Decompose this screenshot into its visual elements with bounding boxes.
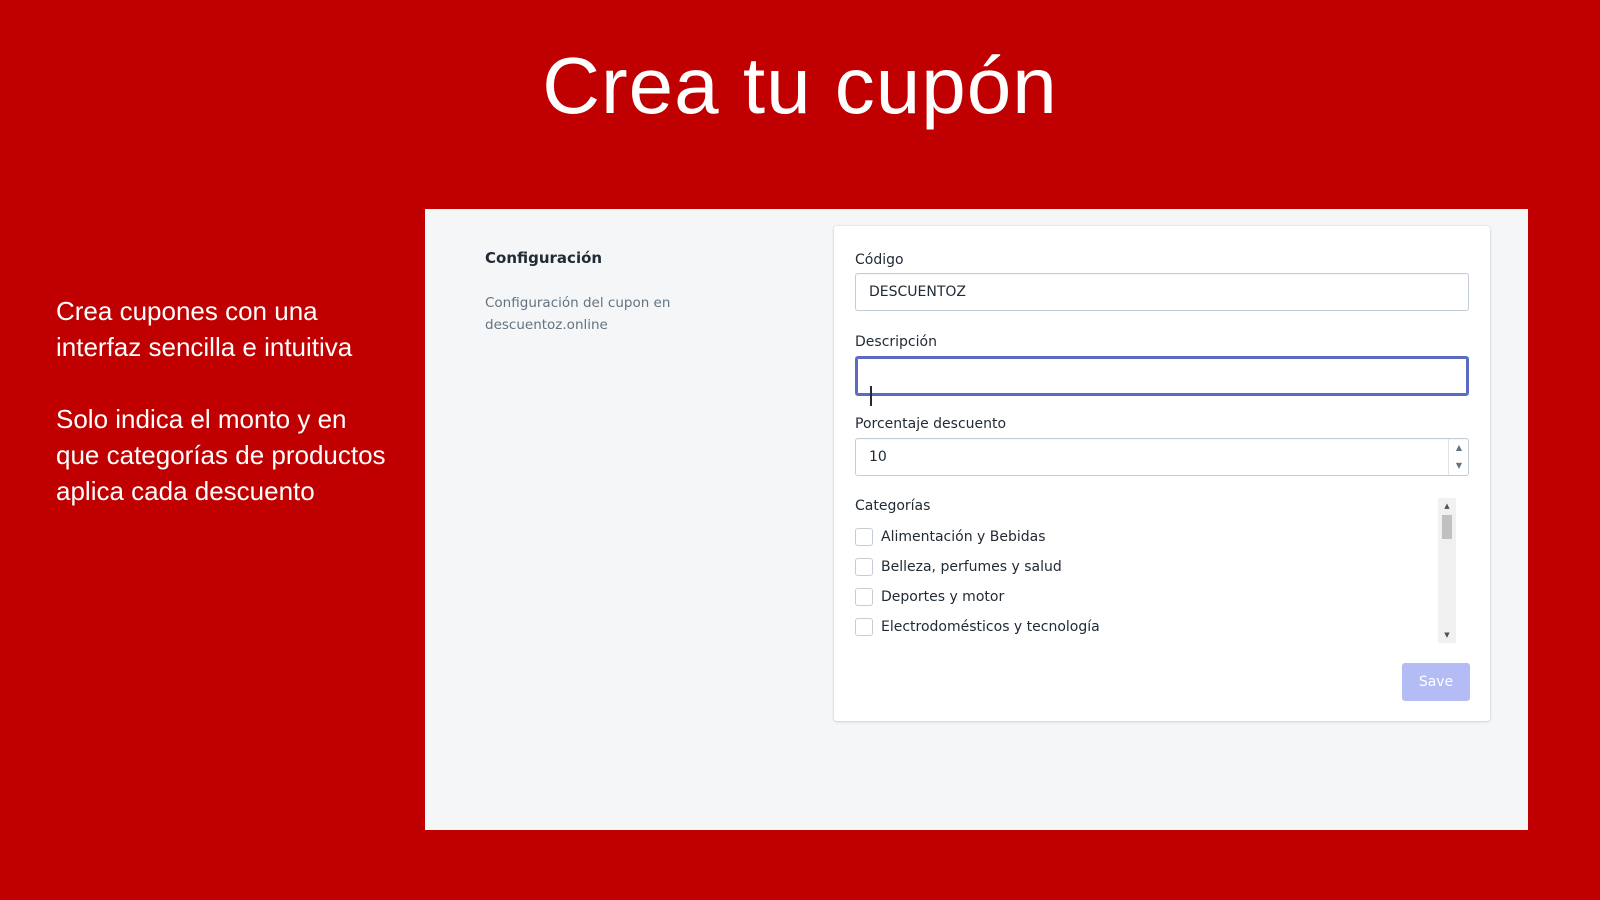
discount-stepper[interactable]: ▲ ▼ bbox=[1448, 439, 1468, 475]
slide-paragraph-1: Crea cupones con una interfaz sencilla e… bbox=[56, 296, 353, 362]
checkbox[interactable] bbox=[855, 528, 873, 546]
slide-paragraph-2: Solo indica el monto y en que categorías… bbox=[56, 404, 386, 506]
section-heading: Configuración bbox=[485, 249, 603, 267]
slide-body: Crea cupones con una interfaz sencilla e… bbox=[56, 293, 386, 545]
category-label: Deportes y motor bbox=[881, 589, 1005, 605]
discount-label: Porcentaje descuento bbox=[855, 416, 1007, 432]
scroll-up-icon[interactable]: ▲ bbox=[1438, 498, 1456, 514]
category-item[interactable]: Electrodomésticos y tecnología bbox=[855, 612, 1469, 642]
discount-input[interactable] bbox=[855, 438, 1469, 476]
slide-title: Crea tu cupón bbox=[542, 41, 1058, 130]
description-input[interactable] bbox=[855, 356, 1469, 396]
categories-label: Categorías bbox=[855, 498, 931, 514]
categories-list: Alimentación y Bebidas Belleza, perfumes… bbox=[855, 522, 1469, 642]
checkbox[interactable] bbox=[855, 588, 873, 606]
category-item[interactable]: Deportes y motor bbox=[855, 582, 1469, 612]
app-screenshot: Configuración Configuración del cupon en… bbox=[425, 209, 1528, 830]
description-label: Descripción bbox=[855, 334, 937, 350]
scrollbar-thumb[interactable] bbox=[1442, 515, 1452, 539]
categories-scrollbar[interactable]: ▲ ▼ bbox=[1438, 498, 1456, 643]
category-label: Electrodomésticos y tecnología bbox=[881, 619, 1100, 635]
checkbox[interactable] bbox=[855, 558, 873, 576]
category-label: Belleza, perfumes y salud bbox=[881, 559, 1062, 575]
section-description: Configuración del cupon en descuentoz.on… bbox=[485, 295, 671, 333]
code-label: Código bbox=[855, 252, 904, 268]
stepper-down-icon[interactable]: ▼ bbox=[1449, 457, 1469, 475]
code-input[interactable] bbox=[855, 273, 1469, 311]
coupon-form-card: Código Descripción Porcentaje descuento … bbox=[834, 226, 1490, 721]
category-label: Alimentación y Bebidas bbox=[881, 529, 1046, 545]
category-item[interactable]: Belleza, perfumes y salud bbox=[855, 552, 1469, 582]
save-button[interactable]: Save bbox=[1402, 663, 1470, 701]
category-item[interactable]: Alimentación y Bebidas bbox=[855, 522, 1469, 552]
text-caret bbox=[870, 386, 872, 406]
checkbox[interactable] bbox=[855, 618, 873, 636]
scroll-down-icon[interactable]: ▼ bbox=[1438, 627, 1456, 643]
stepper-up-icon[interactable]: ▲ bbox=[1449, 439, 1469, 457]
